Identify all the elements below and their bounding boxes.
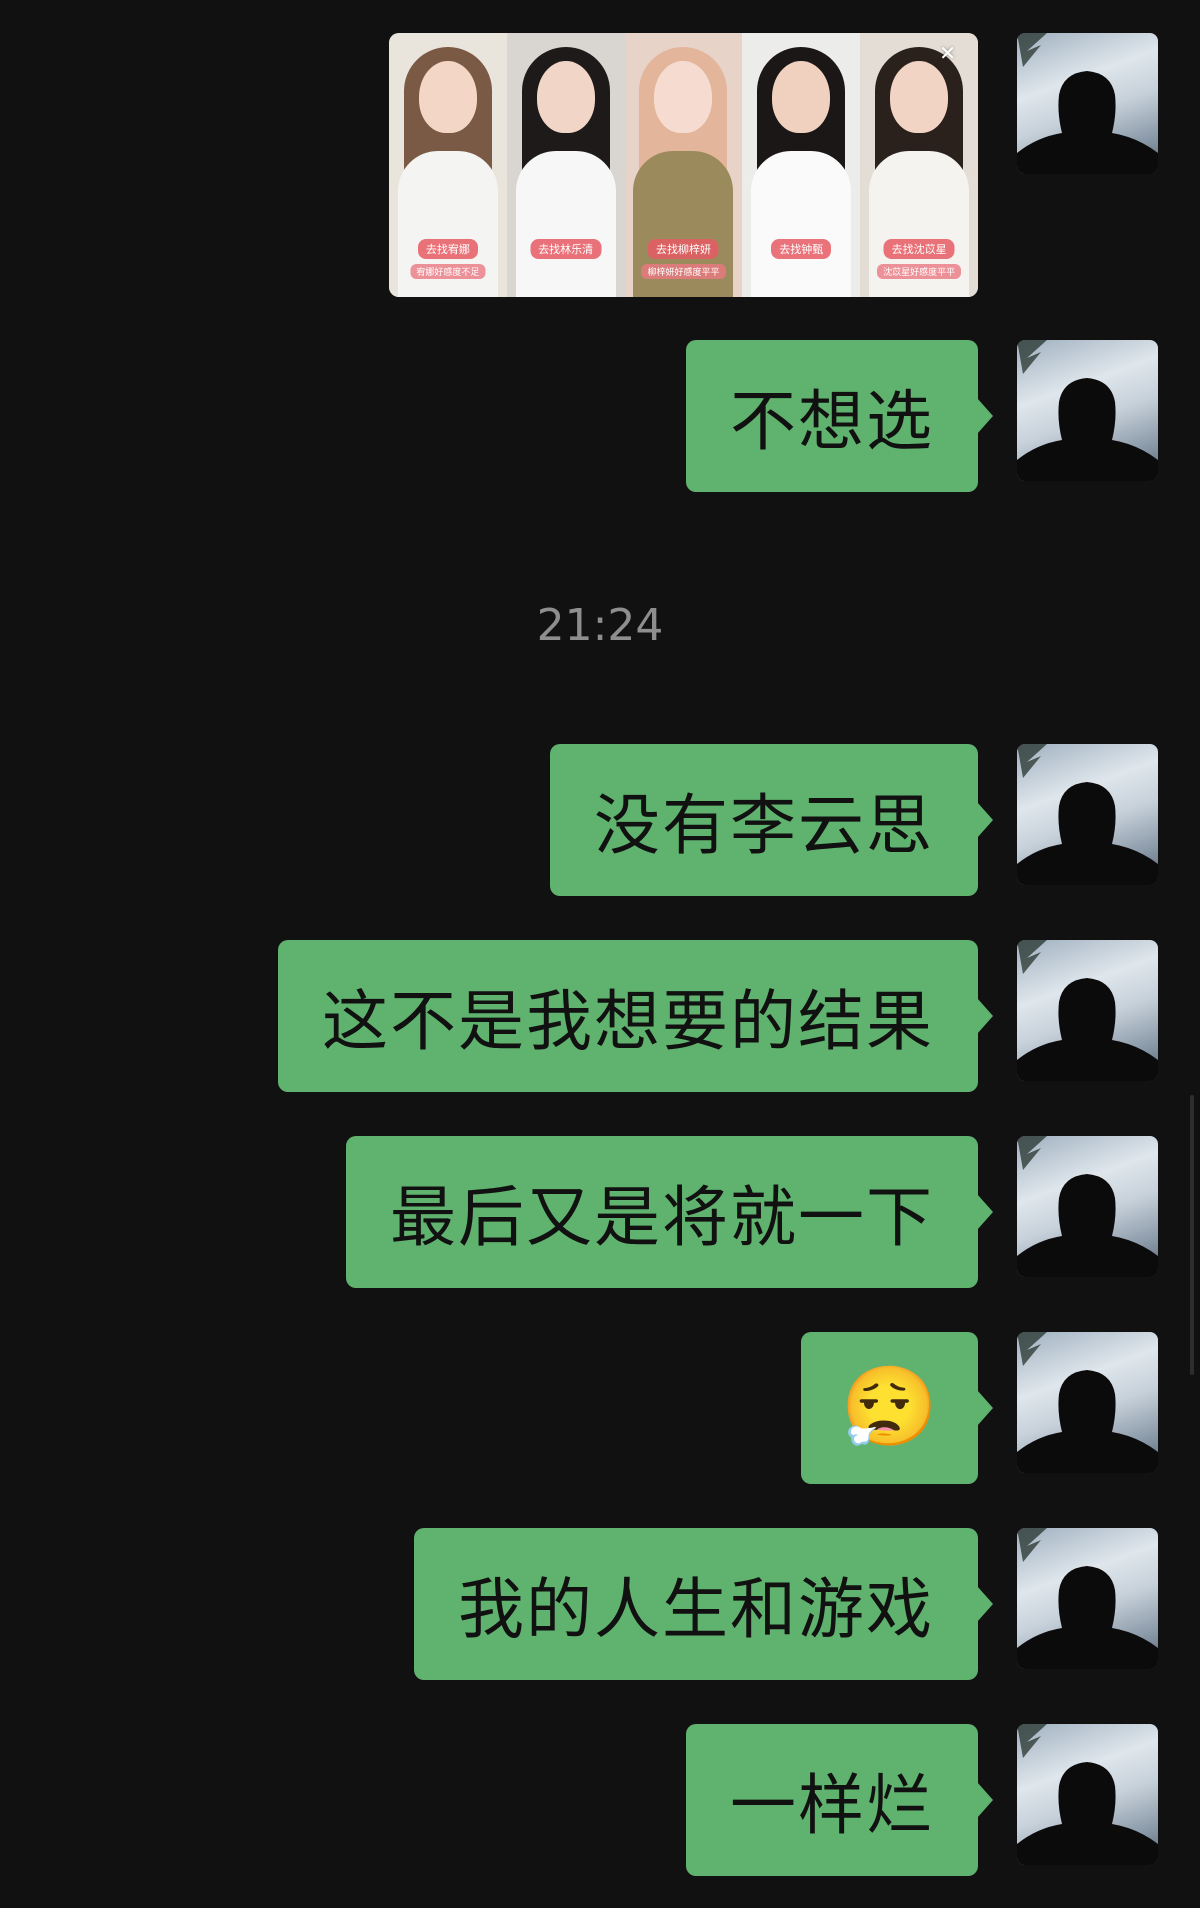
photo-panel-5: 去找沈苡星 沈苡星好感度平平 ✕ <box>860 33 978 297</box>
photo-panel-3: 去找柳梓妍 柳梓妍好感度平平 <box>624 33 743 297</box>
timestamp: 21:24 <box>536 600 664 651</box>
message-text: 一样烂 <box>730 1767 934 1844</box>
message-text: 没有李云思 <box>594 787 934 864</box>
photo-sub-5: 沈苡星好感度平平 <box>877 264 962 279</box>
avatar[interactable] <box>1017 1724 1158 1865</box>
message-bubble[interactable]: 一样烂 <box>686 1724 993 1876</box>
avatar[interactable] <box>1017 340 1158 481</box>
photo-sub-1: 宥娜好感度不足 <box>410 264 486 279</box>
photo-panel-1: 去找宥娜 宥娜好感度不足 <box>389 33 507 297</box>
photo-pill-2: 去找林乐清 <box>530 239 602 259</box>
photo-pill-5: 去找沈苡星 <box>883 239 955 259</box>
avatar[interactable] <box>1017 1528 1158 1669</box>
close-icon[interactable]: ✕ <box>939 41 956 65</box>
photo-sub-3: 柳梓妍好感度平平 <box>641 264 726 279</box>
photo-panel-2: 去找林乐清 <box>506 33 625 297</box>
message-text: 这不是我想要的结果 <box>322 983 934 1060</box>
message-text: 最后又是将就一下 <box>390 1179 934 1256</box>
avatar[interactable] <box>1017 1136 1158 1277</box>
photo-pill-1: 去找宥娜 <box>417 239 478 259</box>
avatar[interactable] <box>1017 33 1158 174</box>
image-message[interactable]: 去找宥娜 宥娜好感度不足 去找林乐清 去找柳梓妍 柳梓妍好感度平平 去找钟甄 去 <box>389 33 978 297</box>
avatar[interactable] <box>1017 1332 1158 1473</box>
photo-pill-4: 去找钟甄 <box>771 239 832 259</box>
message-bubble[interactable]: 我的人生和游戏 <box>414 1528 993 1680</box>
chat-area: 去找宥娜 宥娜好感度不足 去找林乐清 去找柳梓妍 柳梓妍好感度平平 去找钟甄 去 <box>0 0 1200 1908</box>
message-bubble[interactable]: 😮‍💨 <box>800 1332 994 1484</box>
message-bubble[interactable]: 这不是我想要的结果 <box>278 940 993 1092</box>
message-text: 我的人生和游戏 <box>458 1571 934 1648</box>
message-bubble[interactable]: 没有李云思 <box>550 744 993 896</box>
photo-panel-4: 去找钟甄 <box>742 33 861 297</box>
avatar[interactable] <box>1017 940 1158 1081</box>
message-text: 不想选 <box>730 383 934 460</box>
photo-pill-3: 去找柳梓妍 <box>647 239 719 259</box>
exhale-emoji-icon: 😮‍💨 <box>840 1363 938 1453</box>
avatar[interactable] <box>1017 744 1158 885</box>
message-bubble[interactable]: 不想选 <box>686 340 993 492</box>
message-bubble[interactable]: 最后又是将就一下 <box>346 1136 993 1288</box>
scrollbar[interactable] <box>1190 1095 1194 1375</box>
